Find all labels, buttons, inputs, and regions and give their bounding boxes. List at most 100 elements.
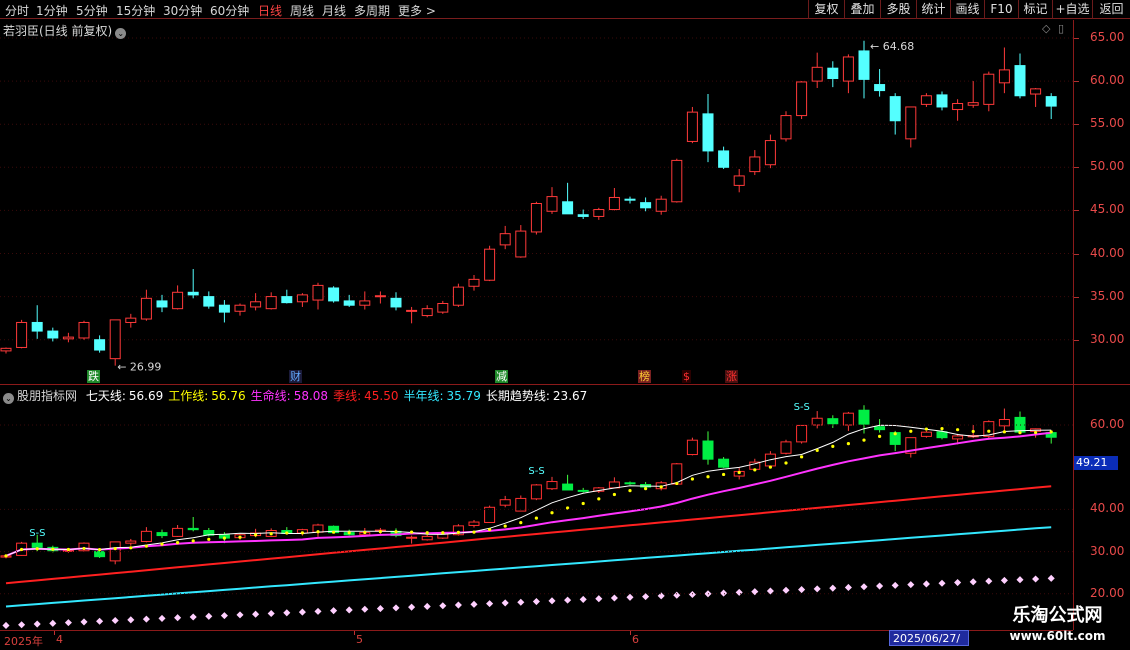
- price-tick-mark: [1074, 167, 1079, 169]
- indicator-candle: [842, 412, 854, 426]
- price-tick-label: 60.00: [1090, 73, 1125, 88]
- site-watermark: 乐淘公式网 www.60lt.com: [985, 604, 1130, 650]
- long-trend-dot: [392, 604, 400, 612]
- work-line-dot: [394, 530, 398, 534]
- price-candle: [406, 309, 418, 312]
- long-trend-dot: [376, 605, 384, 613]
- work-line-dot: [363, 530, 367, 535]
- work-line-dot: [4, 554, 8, 558]
- price-candle: [530, 203, 542, 233]
- date-tick: [354, 631, 355, 635]
- long-trend-dot: [626, 593, 634, 601]
- work-line-dot: [1049, 430, 1053, 434]
- price-candle: [109, 319, 121, 360]
- long-trend-dot: [1047, 574, 1055, 582]
- work-line-dot: [51, 547, 55, 551]
- indicator-candle: [780, 441, 792, 454]
- indicator-item-label: 生命线:: [250, 389, 291, 403]
- long-trend-dot: [486, 600, 494, 608]
- price-candle: [359, 300, 371, 306]
- long-trend-dot: [267, 609, 275, 618]
- long-trend-dot: [314, 607, 322, 615]
- long-trend-dot: [220, 612, 228, 620]
- price-candle: [733, 175, 745, 186]
- indicator-item-label: 半年线:: [403, 389, 444, 403]
- stock-chart-window: 分时 1分钟 5分钟 15分钟 30分钟 60分钟 日线 周线 月线 多周期 更…: [0, 0, 1130, 650]
- diamond-icon[interactable]: ◇: [1042, 22, 1050, 35]
- date-label-june: 6: [632, 633, 639, 646]
- indicator-candle: [936, 431, 948, 439]
- price-candle: [452, 286, 464, 306]
- indicator-candle: [952, 435, 964, 440]
- chevron-down-icon[interactable]: ⌄: [3, 393, 14, 404]
- cursor-value-label: 49.21: [1074, 456, 1118, 470]
- price-tick-mark: [1074, 81, 1079, 83]
- long-trend-dot: [439, 602, 447, 610]
- work-line-dot: [737, 470, 741, 475]
- price-candle: [172, 291, 184, 310]
- work-line-dot: [20, 547, 24, 552]
- work-line-dot: [113, 547, 117, 551]
- work-line-dot: [410, 530, 414, 534]
- long-trend-dot: [158, 614, 166, 622]
- long-trend-dot: [548, 597, 556, 605]
- event-marker[interactable]: 财: [289, 370, 302, 383]
- long-trend-dot: [532, 597, 540, 606]
- price-candle: [624, 198, 636, 201]
- work-line-dot: [612, 492, 617, 497]
- long-trend-dot: [938, 579, 946, 587]
- work-line-dot: [456, 530, 460, 534]
- long-trend-dot: [96, 617, 104, 625]
- work-line-dot: [269, 532, 273, 536]
- long-trend-dot: [49, 619, 57, 627]
- price-candle: [218, 304, 230, 313]
- indicator-item-value: 58.08: [293, 389, 329, 403]
- work-line-dot: [144, 544, 148, 548]
- work-line-dot: [846, 442, 851, 446]
- indicator-item-value: 23.67: [552, 389, 588, 403]
- min-price-label: ← 26.99: [117, 361, 161, 374]
- work-line-dot: [129, 546, 133, 550]
- event-marker[interactable]: 榜: [638, 370, 651, 383]
- price-candle: [515, 230, 527, 258]
- price-candle: [718, 150, 730, 168]
- indicator-candle: [624, 482, 636, 485]
- event-marker[interactable]: 减: [495, 370, 508, 383]
- event-marker[interactable]: 涨: [725, 370, 738, 383]
- price-candle: [671, 159, 683, 203]
- indicator-candle: [686, 439, 698, 456]
- indicator-candle: [31, 542, 43, 548]
- long-trend-dot: [564, 596, 572, 604]
- ss-signal-badge: S-S: [794, 402, 810, 413]
- work-line-dot: [35, 547, 39, 551]
- event-marker[interactable]: $: [682, 370, 691, 383]
- price-candle: [920, 95, 932, 105]
- price-candle: [952, 103, 964, 111]
- long-trend-dot: [423, 602, 431, 610]
- price-candle: [749, 156, 761, 173]
- price-candle: [468, 278, 480, 287]
- price-axis-line: [1073, 20, 1074, 630]
- work-line-dot: [878, 434, 882, 438]
- work-line-dot: [316, 530, 320, 534]
- price-tick-label: 55.00: [1090, 116, 1125, 131]
- long-trend-dot: [735, 588, 743, 596]
- work-line-dot: [378, 530, 382, 534]
- price-candle: [655, 198, 667, 212]
- event-marker[interactable]: 跌: [87, 370, 100, 383]
- indicator-candle: [109, 541, 121, 562]
- restore-icon[interactable]: ▯: [1058, 22, 1064, 35]
- long-trend-dot: [1016, 576, 1024, 584]
- chevron-down-icon[interactable]: ⌄: [115, 28, 127, 39]
- work-line-dot: [831, 444, 835, 448]
- work-line-dot: [300, 531, 304, 535]
- indicator-item-label: 工作线:: [168, 389, 209, 403]
- work-line-dot: [534, 516, 539, 520]
- work-line-dot: [597, 497, 601, 501]
- work-line-dot: [332, 530, 336, 534]
- long-trend-dot: [142, 615, 150, 623]
- price-candle: [0, 347, 12, 352]
- watermark-title: 乐淘公式网: [1012, 605, 1103, 626]
- price-candle: [203, 296, 215, 307]
- work-line-dot: [659, 485, 663, 489]
